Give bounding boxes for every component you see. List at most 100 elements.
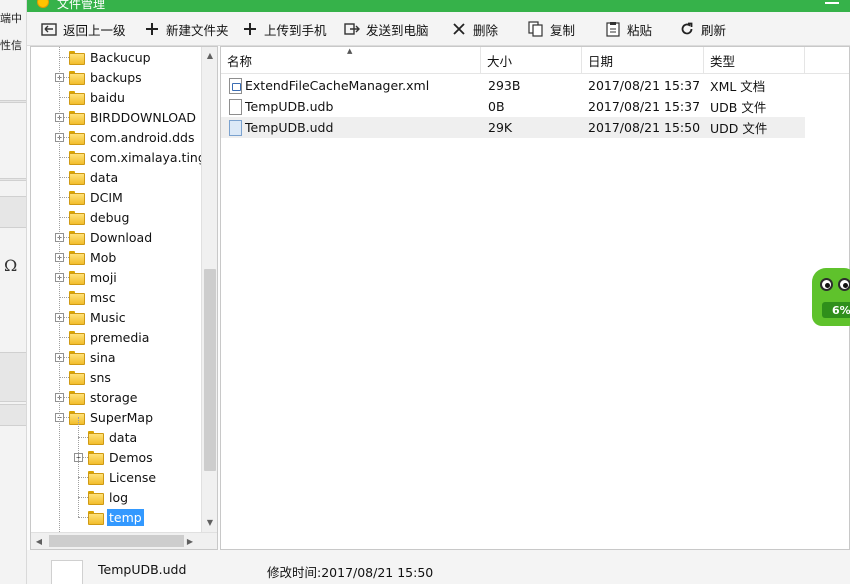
tree-connector	[78, 437, 88, 438]
tree-item[interactable]: backups	[69, 67, 144, 87]
back-button[interactable]: 返回上一级	[41, 12, 126, 46]
tree-item[interactable]: premedia	[69, 327, 151, 347]
tree-item[interactable]: sina	[69, 347, 118, 367]
folder-icon	[69, 71, 85, 85]
background-divider	[0, 100, 26, 103]
tree-connector	[59, 177, 69, 178]
tree-item[interactable]: baidu	[69, 87, 127, 107]
folder-icon	[69, 91, 85, 105]
tree-item-label: Mob	[90, 249, 117, 265]
tree-item[interactable]: log	[88, 487, 130, 507]
file-name-cell: TempUDB.udb	[221, 96, 333, 117]
folder-icon	[88, 491, 104, 505]
paste-label: 粘贴	[627, 22, 653, 38]
file-size-cell: 293B	[488, 78, 521, 93]
tree-item-label: SuperMap	[90, 409, 154, 425]
tree-item[interactable]: Backucup	[69, 47, 153, 67]
folder-icon	[69, 291, 85, 305]
tree-item[interactable]: BIRDDOWNLOAD	[69, 107, 198, 127]
file-name: TempUDB.udd	[245, 120, 334, 135]
tree-item[interactable]: Demos	[88, 447, 155, 467]
tree-item[interactable]: com.ximalaya.ting.	[69, 147, 212, 167]
tree-connector	[78, 477, 88, 478]
floating-mascot-widget[interactable]: 6%	[808, 264, 850, 332]
scroll-up-arrow-icon[interactable]: ▲	[202, 47, 217, 64]
paste-button[interactable]: 粘贴	[605, 12, 652, 46]
tree-item[interactable]: data	[69, 167, 120, 187]
copy-button[interactable]: 复制	[528, 12, 575, 46]
tree-item[interactable]: SuperMap	[69, 407, 155, 427]
folder-icon	[69, 411, 85, 425]
tree-connector	[59, 47, 60, 532]
folder-icon	[69, 391, 85, 405]
file-row[interactable]: TempUDB.udb 0B 2017/08/21 15:37 UDB 文件	[221, 96, 805, 117]
tree-item[interactable]: moji	[69, 267, 119, 287]
background-band	[0, 196, 26, 228]
upload-to-phone-button[interactable]: 上传到手机	[242, 12, 327, 46]
column-name[interactable]: 名称	[221, 47, 481, 74]
tree-connector	[59, 97, 69, 98]
tree-item[interactable]: storage	[69, 387, 140, 407]
scroll-down-arrow-icon[interactable]: ▼	[202, 514, 217, 531]
back-button-label: 返回上一级	[63, 22, 126, 38]
tree-item-label: Download	[90, 229, 153, 245]
new-folder-button[interactable]: 新建文件夹	[144, 12, 229, 46]
tree-item-label: debug	[90, 209, 130, 225]
tree-item[interactable]: com.android.dds	[69, 127, 196, 147]
delete-button[interactable]: 删除	[451, 12, 498, 46]
file-icon	[229, 98, 242, 115]
close-icon	[451, 21, 467, 37]
tree-item[interactable]: debug	[69, 207, 131, 227]
column-date[interactable]: 日期	[582, 47, 704, 74]
omega-icon[interactable]: Ω	[4, 256, 17, 275]
column-type[interactable]: 类型	[704, 47, 805, 74]
tree-item[interactable]: Download	[69, 227, 154, 247]
mascot-eye-icon	[838, 278, 850, 291]
tree-item[interactable]: Mob	[69, 247, 118, 267]
tree-item-label: msc	[90, 289, 116, 305]
scroll-left-arrow-icon[interactable]: ◀	[31, 533, 47, 549]
folder-icon	[69, 231, 85, 245]
file-name-cell: ExtendFileCacheManager.xml	[221, 75, 429, 96]
app-logo-icon	[37, 0, 49, 8]
tree-item[interactable]: License	[88, 467, 158, 487]
column-size[interactable]: 大小	[481, 47, 582, 74]
upload-to-phone-label: 上传到手机	[264, 22, 327, 38]
tree-item-label: backups	[90, 69, 142, 85]
tree-item[interactable]: temp	[88, 507, 144, 527]
file-row[interactable]: ExtendFileCacheManager.xml 293B 2017/08/21…	[221, 75, 805, 96]
tree-horizontal-scrollbar[interactable]: ◀ ▶	[31, 532, 217, 549]
file-list[interactable]: ▲ 名称 大小 日期 类型 ExtendFileCacheManager.xml…	[220, 46, 850, 550]
file-row[interactable]: TempUDB.udd 29K 2017/08/21 15:50 UDD 文件	[221, 117, 805, 138]
tree-hscroll-thumb[interactable]	[49, 535, 184, 547]
plus-icon	[242, 21, 258, 37]
folder-icon	[69, 311, 85, 325]
folder-icon	[88, 511, 104, 525]
tree-connector	[78, 517, 88, 518]
folder-icon	[88, 451, 104, 465]
tree-vertical-scrollbar[interactable]: ▲ ▼	[201, 47, 217, 532]
folder-icon	[69, 171, 85, 185]
file-manager-window: 文件管理 返回上一级 新建文件夹 上传到手机 发送到电脑 删除 复制 粘贴 刷新…	[27, 0, 850, 584]
tree-item[interactable]: msc	[69, 287, 118, 307]
tree-item-label: data	[109, 429, 138, 445]
refresh-button[interactable]: 刷新	[679, 12, 726, 46]
folder-tree[interactable]: Backucup backups + baidu BIRDDOWNLOAD + com.an…	[30, 46, 218, 550]
window-title: 文件管理	[57, 0, 106, 11]
refresh-icon	[679, 21, 695, 37]
tree-scroll-thumb[interactable]	[204, 269, 216, 471]
file-icon	[229, 119, 242, 136]
tree-item[interactable]: DCIM	[69, 187, 125, 207]
tree-item-label: log	[109, 489, 129, 505]
tree-item[interactable]: Music	[69, 307, 128, 327]
tree-item[interactable]: data	[88, 427, 139, 447]
paste-icon	[605, 21, 621, 37]
tree-item[interactable]: sns	[69, 367, 113, 387]
tree-item-label: moji	[90, 269, 117, 285]
title-bar[interactable]: 文件管理	[27, 0, 850, 12]
minimize-button[interactable]	[816, 0, 850, 12]
send-to-pc-button[interactable]: 发送到电脑	[344, 12, 429, 46]
tree-item-label: storage	[90, 389, 138, 405]
tree-item-label: Demos	[109, 449, 153, 465]
scroll-right-arrow-icon[interactable]: ▶	[182, 533, 198, 549]
